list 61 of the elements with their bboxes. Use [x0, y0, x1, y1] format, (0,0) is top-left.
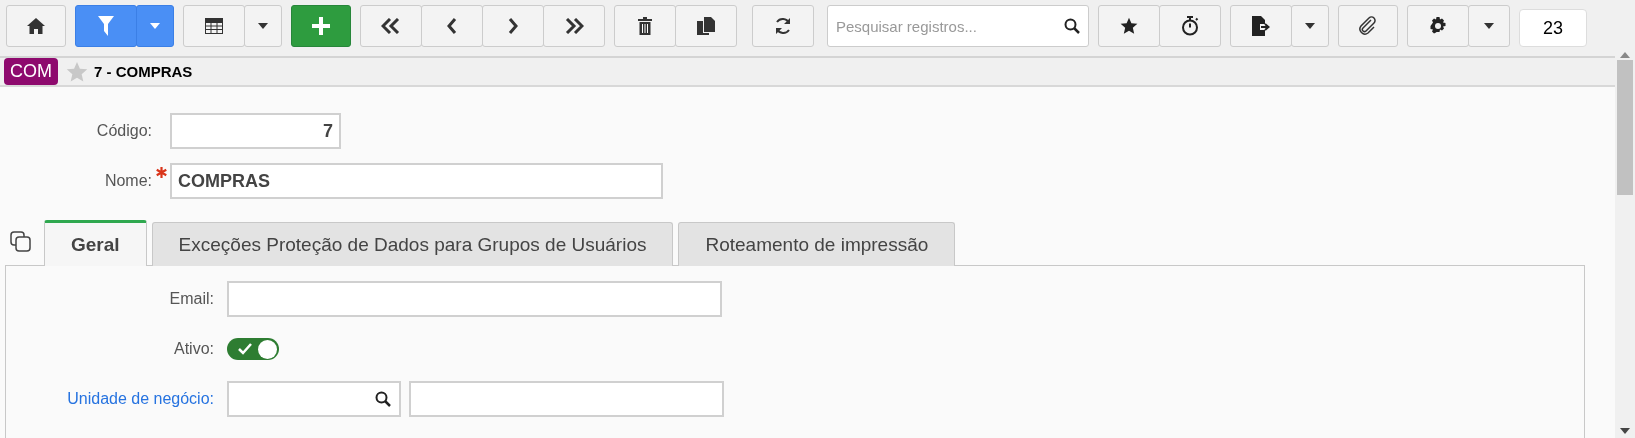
- scroll-down-icon[interactable]: [1620, 428, 1630, 434]
- plus-icon: [312, 17, 330, 35]
- tab[interactable]: Roteamento de impressão: [678, 222, 956, 266]
- grid-view-button[interactable]: [183, 5, 245, 47]
- scroll-up-icon[interactable]: [1620, 52, 1630, 58]
- home-icon: [27, 18, 45, 34]
- description-field[interactable]: [409, 381, 724, 417]
- record-title: 7 - COMPRAS: [94, 63, 193, 80]
- timer-button[interactable]: [1159, 5, 1221, 47]
- caret-icon: [1484, 23, 1494, 29]
- last-record-button[interactable]: [543, 5, 605, 47]
- delete-button[interactable]: [614, 5, 676, 47]
- search-icon: [375, 391, 391, 407]
- search-input[interactable]: Pesquisar registros...: [834, 16, 1064, 36]
- caret-icon: [1305, 23, 1315, 29]
- home-button[interactable]: [6, 5, 66, 47]
- trash-icon: [638, 17, 652, 35]
- text-field[interactable]: COMPRAS: [170, 163, 663, 199]
- favorite-button[interactable]: [1098, 5, 1160, 47]
- refresh-icon: [774, 17, 792, 35]
- caret-icon: [150, 23, 160, 29]
- document-export-icon: [1252, 16, 1270, 36]
- star-icon: [1120, 17, 1138, 35]
- copy-icon: [697, 17, 715, 35]
- double-chevron-left-icon: [381, 18, 401, 34]
- tab[interactable]: Exceções Proteção de Dados para Grupos de Usuários: [151, 222, 674, 266]
- chevron-right-icon: [507, 18, 519, 34]
- text-field[interactable]: 7: [170, 113, 341, 149]
- search-icon: [1064, 18, 1080, 34]
- first-record-button[interactable]: [360, 5, 422, 47]
- stopwatch-icon: [1181, 16, 1199, 36]
- chevron-left-icon: [446, 18, 458, 34]
- paperclip-icon: [1358, 16, 1378, 36]
- field-label: Ativo:: [173, 340, 214, 358]
- text-field[interactable]: [227, 281, 722, 317]
- toggle-switch[interactable]: [227, 338, 279, 360]
- filter-dropdown-button[interactable]: [136, 5, 174, 47]
- star-icon[interactable]: [66, 60, 88, 83]
- attachment-button[interactable]: [1338, 5, 1398, 47]
- caret-icon: [258, 23, 268, 29]
- field-label-link[interactable]: Unidade de negócio:: [6, 390, 214, 408]
- check-icon: [238, 343, 252, 355]
- module-badge: COM: [4, 58, 58, 85]
- filter-icon: [98, 16, 114, 36]
- export-button[interactable]: [1230, 5, 1292, 47]
- filter-button[interactable]: [75, 5, 137, 47]
- field-label: Código:: [95, 122, 152, 140]
- field-label: Nome:: [103, 172, 152, 190]
- refresh-button[interactable]: [752, 5, 814, 47]
- table-icon: [205, 18, 223, 34]
- copy-icon[interactable]: [10, 231, 32, 253]
- search-field[interactable]: Pesquisar registros...: [827, 5, 1089, 47]
- record-counter: 23: [1519, 9, 1587, 47]
- field-label: Email:: [168, 290, 214, 308]
- double-chevron-right-icon: [564, 18, 584, 34]
- tab[interactable]: Geral: [44, 220, 147, 266]
- duplicate-button[interactable]: [675, 5, 737, 47]
- add-button[interactable]: [291, 5, 351, 47]
- settings-icon: [1429, 17, 1447, 35]
- lookup-field[interactable]: [227, 381, 401, 417]
- settings-button[interactable]: [1407, 5, 1469, 47]
